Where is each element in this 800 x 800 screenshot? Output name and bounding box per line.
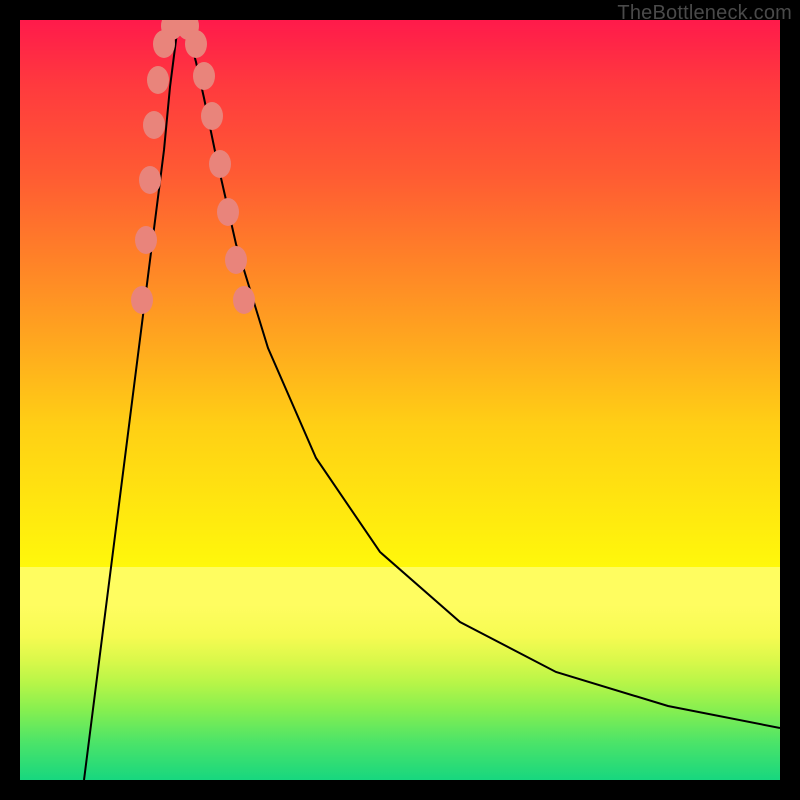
plot-area: [20, 20, 780, 780]
marker-point: [217, 198, 239, 226]
marker-point: [185, 30, 207, 58]
marker-point: [131, 286, 153, 314]
marker-point: [201, 102, 223, 130]
marker-point: [209, 150, 231, 178]
watermark-text: TheBottleneck.com: [617, 2, 792, 25]
marker-point: [139, 166, 161, 194]
chart-frame: TheBottleneck.com: [0, 0, 800, 800]
marker-point: [147, 66, 169, 94]
chart-svg: [20, 20, 780, 780]
marker-point: [233, 286, 255, 314]
marker-point: [143, 111, 165, 139]
marker-point: [193, 62, 215, 90]
bottleneck-curve: [84, 24, 780, 780]
marker-point: [135, 226, 157, 254]
marker-point: [225, 246, 247, 274]
